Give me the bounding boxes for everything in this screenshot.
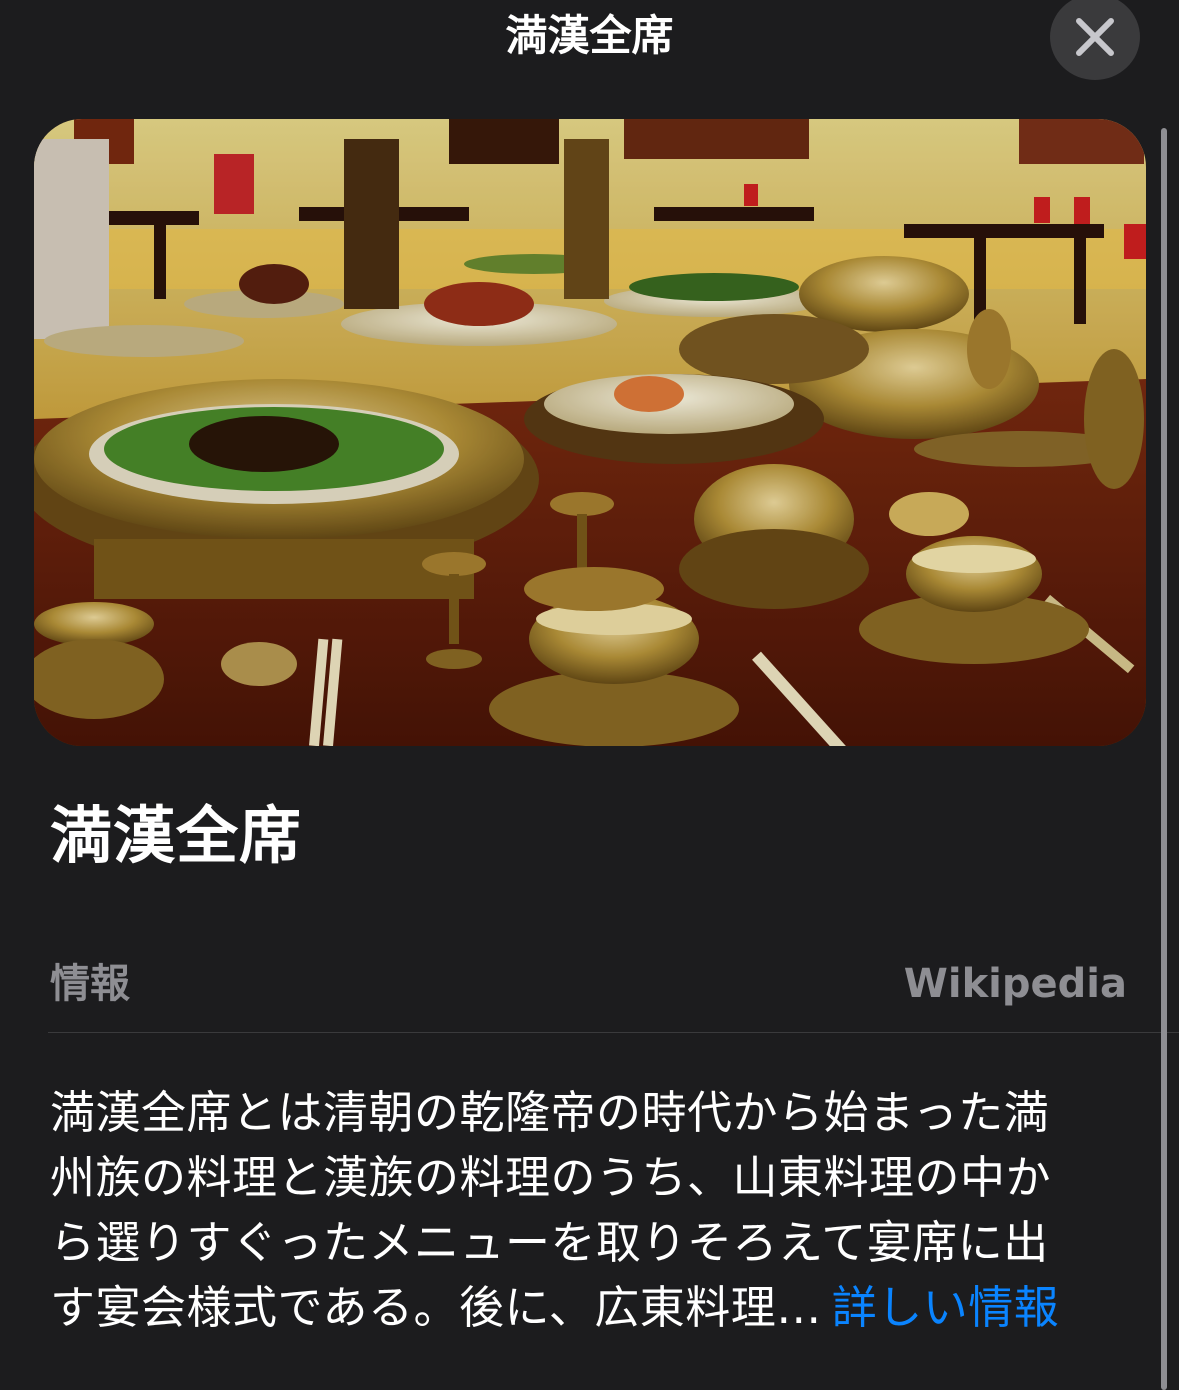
scrollbar[interactable]	[1161, 128, 1167, 1390]
more-info-link[interactable]: 詳しい情報	[832, 1281, 1060, 1334]
close-button[interactable]	[1050, 0, 1140, 80]
section-label-info: 情報	[50, 961, 130, 1007]
description-text: 満漢全席とは清朝の乾隆帝の時代から始まった満 州族の料理と漢族の料理のうち、山東…	[50, 1080, 1130, 1340]
source-link-wikipedia[interactable]: Wikipedia	[904, 956, 1127, 1012]
page-title: 満漢全席	[505, 11, 674, 60]
description-line: ら選りすぐったメニューを取りそろえて宴席に出	[50, 1216, 1049, 1269]
close-icon	[1075, 17, 1115, 57]
description-line: 州族の料理と漢族の料理のうち、山東料理の中か	[50, 1151, 1052, 1204]
divider	[48, 1032, 1179, 1033]
description-line: 満漢全席とは清朝の乾隆帝の時代から始まった満	[50, 1086, 1050, 1139]
entry-title: 満漢全席	[50, 799, 303, 872]
description-line: す宴会様式である。後に、広東料理…	[50, 1281, 822, 1334]
hero-image[interactable]	[34, 119, 1146, 746]
